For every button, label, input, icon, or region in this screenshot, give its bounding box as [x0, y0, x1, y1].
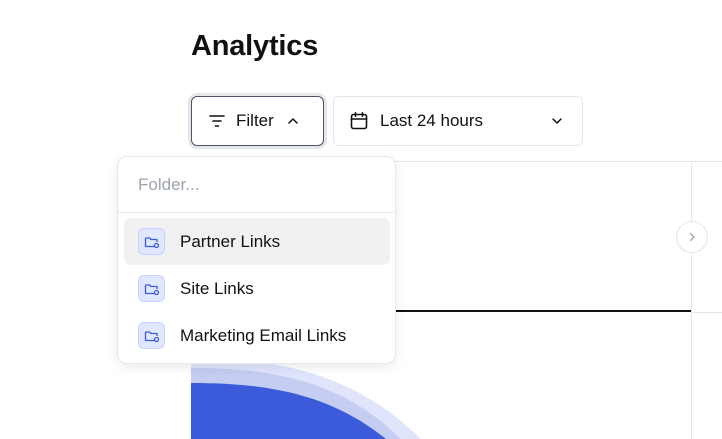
folder-dropdown: Partner Links Site Links Marketing Email… — [117, 156, 396, 364]
filter-icon — [208, 112, 226, 130]
page-title: Analytics — [191, 30, 319, 62]
folder-option-marketing-email-links[interactable]: Marketing Email Links — [124, 312, 390, 359]
folder-option-partner-links[interactable]: Partner Links — [124, 218, 390, 265]
chevron-up-icon — [286, 114, 300, 128]
folder-link-icon — [138, 275, 165, 302]
folder-option-label: Marketing Email Links — [180, 325, 347, 345]
chevron-right-icon — [686, 231, 698, 243]
folder-link-icon — [138, 322, 165, 349]
panel-divider — [692, 312, 722, 313]
date-range-label: Last 24 hours — [380, 111, 484, 130]
folder-option-site-links[interactable]: Site Links — [124, 265, 390, 312]
date-range-select[interactable]: Last 24 hours — [333, 96, 583, 146]
folder-search-input[interactable] — [118, 157, 395, 213]
chevron-down-icon — [550, 114, 564, 128]
folder-option-label: Partner Links — [180, 231, 281, 251]
filter-button[interactable]: Filter — [191, 96, 324, 146]
folder-link-icon — [138, 228, 165, 255]
scroll-next-button[interactable] — [676, 221, 708, 253]
folder-option-label: Site Links — [180, 278, 254, 298]
filter-label: Filter — [236, 111, 274, 130]
active-tab-indicator — [395, 310, 691, 312]
panel-divider — [691, 161, 692, 439]
panel-divider — [395, 161, 722, 162]
calendar-icon — [349, 111, 369, 131]
